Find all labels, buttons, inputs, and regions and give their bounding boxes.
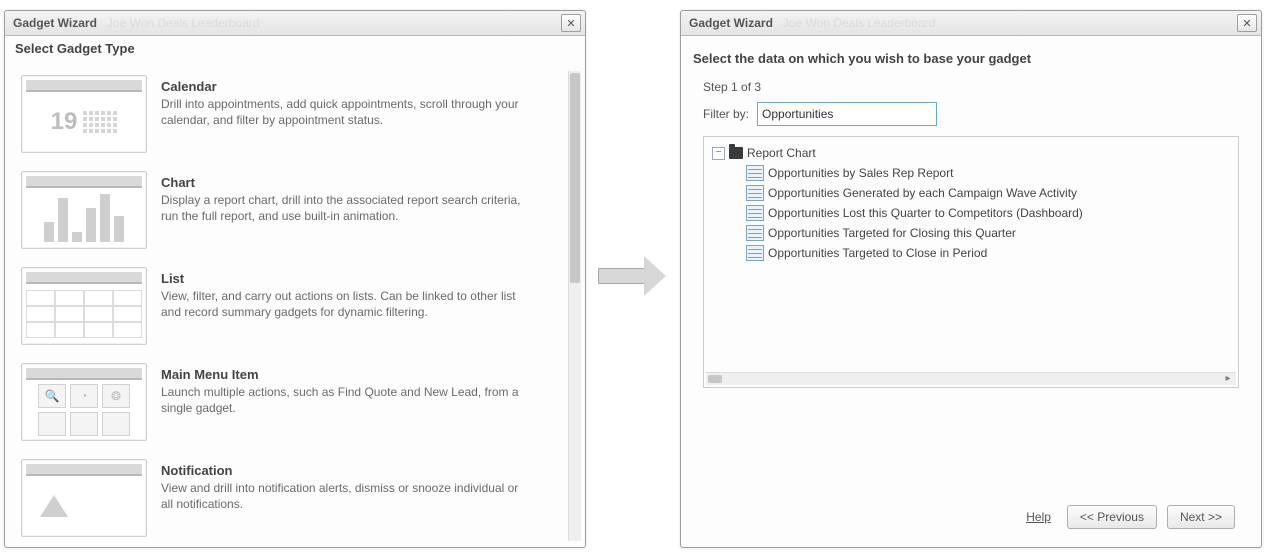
titlebar[interactable]: Gadget Wizard Joe Won Deals Leaderboard … [681,11,1261,36]
report-icon [746,225,764,241]
gadget-wizard-dialog-step0: Gadget Wizard Joe Won Deals Leaderboard … [4,10,586,548]
filter-by-label: Filter by: [703,107,749,121]
gadget-title: Calendar [161,79,563,94]
folder-icon [729,147,743,159]
gadget-title: List [161,271,563,286]
report-icon [746,245,764,261]
calendar-thumb: 19 [21,75,147,153]
notification-thumb [21,459,147,537]
tree-item[interactable]: Opportunities Targeted to Close in Perio… [746,243,1232,263]
gadget-type-list: 19 Calendar Drill into appointments, add… [17,71,567,541]
tree-root-label: Report Chart [747,146,816,160]
next-button[interactable]: Next >> [1167,505,1235,529]
gadget-type-chart[interactable]: Chart Display a report chart, drill into… [17,167,567,263]
tree-item[interactable]: Opportunities by Sales Rep Report [746,163,1232,183]
background-page-text: Joe Won Deals Leaderboard [783,16,1237,30]
gadget-type-scroll: 19 Calendar Drill into appointments, add… [17,71,581,541]
titlebar[interactable]: Gadget Wizard Joe Won Deals Leaderboard … [5,11,585,36]
report-icon [746,185,764,201]
tree-item[interactable]: Opportunities Lost this Quarter to Compe… [746,203,1232,223]
step-indicator: Step 1 of 3 [703,80,1249,94]
gadget-type-list[interactable]: List View, filter, and carry out actions… [17,263,567,359]
gadget-desc: View and drill into notification alerts,… [161,480,521,512]
tree-item[interactable]: Opportunities Generated by each Campaign… [746,183,1232,203]
gadget-title: Chart [161,175,563,190]
gadget-type-calendar[interactable]: 19 Calendar Drill into appointments, add… [17,71,567,167]
report-icon [746,205,764,221]
gadget-desc: Drill into appointments, add quick appoi… [161,96,521,128]
gadget-desc: View, filter, and carry out actions on l… [161,288,521,320]
tree-root-report-chart[interactable]: − Report Chart [712,143,1232,163]
close-icon[interactable]: ✕ [1237,14,1257,32]
background-page-text: Joe Won Deals Leaderboard [107,16,561,30]
gadget-desc: Launch multiple actions, such as Find Qu… [161,384,521,416]
dialog-title: Gadget Wizard [9,16,97,30]
flow-arrow-icon [598,256,666,296]
gadget-title: Main Menu Item [161,367,563,382]
gadget-type-main-menu[interactable]: 🔍◔❂ Main Menu Item Launch multiple actio… [17,359,567,455]
horizontal-scrollbar[interactable]: ▸ [706,372,1236,385]
tree-item[interactable]: Opportunities Targeted for Closing this … [746,223,1232,243]
gadget-title: Notification [161,463,563,478]
gadget-wizard-dialog-step1: Gadget Wizard Joe Won Deals Leaderboard … [680,10,1262,548]
report-icon [746,165,764,181]
gadget-desc: Display a report chart, drill into the a… [161,192,521,224]
select-gadget-type-heading: Select Gadget Type [15,41,575,56]
scroll-right-icon[interactable]: ▸ [1222,374,1234,384]
previous-button[interactable]: << Previous [1067,505,1157,529]
report-tree: − Report Chart Opportunities by Sales Re… [703,136,1239,388]
filter-by-input[interactable] [757,102,937,126]
vertical-scrollbar[interactable] [568,71,581,541]
collapse-icon[interactable]: − [712,147,725,160]
chart-thumb [21,171,147,249]
help-link[interactable]: Help [1026,510,1051,524]
main-menu-thumb: 🔍◔❂ [21,363,147,441]
gadget-type-notification[interactable]: Notification View and drill into notific… [17,455,567,541]
dialog-title: Gadget Wizard [685,16,773,30]
select-data-heading: Select the data on which you wish to bas… [693,51,1249,66]
close-icon[interactable]: ✕ [561,14,581,32]
list-thumb [21,267,147,345]
